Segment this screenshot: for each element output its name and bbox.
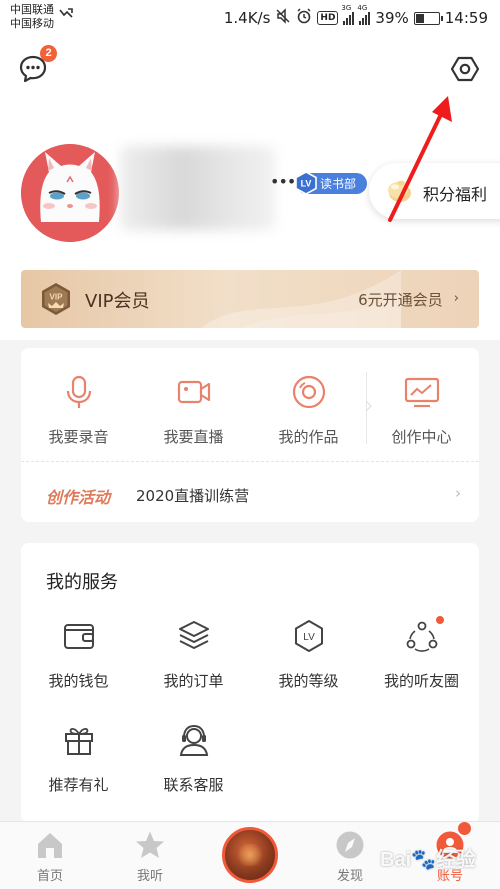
net-speed: 1.4K/s <box>223 9 271 27</box>
create-card: 我要录音 我要直播 我的作品 创作中心 创作活动 2020直播训练营 › <box>21 348 479 522</box>
create-item-label: 创作中心 <box>391 428 452 446</box>
level-badge[interactable]: LV 读书部 <box>295 170 367 195</box>
signal-icon-2: 4G <box>357 4 371 25</box>
service-label: 我的等级 <box>278 672 339 690</box>
nav-label: 首页 <box>36 869 63 884</box>
status-right: 1.4K/s HD 3G 4G 39% 14:59 <box>223 4 488 28</box>
carrier-info: 中国联通 中国移动 <box>10 3 54 31</box>
layers-icon <box>178 621 209 649</box>
wallet-button[interactable]: 我的钱包 <box>21 619 136 691</box>
dashed-divider <box>21 461 479 462</box>
vip-cta-label: 6元开通会员 <box>358 291 443 309</box>
activity-chevron-icon[interactable]: › <box>455 484 461 502</box>
baidu-watermark-logo: Bai🐾经验 <box>380 849 477 871</box>
level-badge-lv: LV <box>301 178 312 188</box>
activity-label: 创作活动 <box>46 488 111 507</box>
vip-crown-icon: VIP <box>42 283 70 315</box>
customer-service-button[interactable]: 联系客服 <box>136 723 251 795</box>
more-dots-icon: ••• <box>270 172 296 191</box>
monitor-chart-icon <box>404 377 439 408</box>
carrier-1: 中国联通 <box>10 3 54 16</box>
settings-hexagon-icon <box>450 56 480 82</box>
battery-icon <box>413 11 443 25</box>
create-item-label: 我的作品 <box>278 428 339 446</box>
nav-label: 我听 <box>136 869 163 884</box>
level-button[interactable]: LV 我的等级 <box>251 619 366 691</box>
red-annotation-arrow <box>388 96 452 222</box>
vip-title: VIP会员 <box>85 291 150 312</box>
vip-badge-text: VIP <box>50 293 64 302</box>
invite-gift-button[interactable]: 推荐有礼 <box>21 723 136 795</box>
level-hexagon-badge-icon: LV <box>295 170 317 195</box>
service-label: 联系客服 <box>163 776 224 794</box>
net-type-1: 3G <box>341 4 352 12</box>
avatar[interactable] <box>21 144 119 242</box>
service-label: 我的订单 <box>163 672 224 690</box>
wallet-icon <box>63 624 94 649</box>
creator-center-button[interactable]: 创作中心 <box>364 374 479 447</box>
microphone-icon <box>66 375 91 408</box>
vip-cta: 6元开通会员 <box>358 289 457 310</box>
star-icon <box>136 831 164 858</box>
service-label: 我的听友圈 <box>383 672 459 690</box>
cat-avatar-icon <box>21 144 119 242</box>
headset-icon <box>179 724 208 756</box>
friends-circle-icon <box>406 621 437 652</box>
settings-button[interactable] <box>449 53 481 85</box>
video-camera-icon <box>177 380 210 404</box>
vip-banner[interactable]: VIP VIP会员 6元开通会员 › <box>21 270 479 328</box>
now-playing-button[interactable] <box>222 827 278 883</box>
orders-button[interactable]: 我的订单 <box>136 619 251 691</box>
carrier-2: 中国移动 <box>10 17 54 30</box>
notification-dot <box>436 616 444 624</box>
activity-link[interactable]: 2020直播训练营 <box>136 485 249 506</box>
account-notification-dot <box>458 822 471 835</box>
nav-home[interactable]: 首页 <box>10 830 90 884</box>
service-label: 我的钱包 <box>48 672 109 690</box>
home-icon <box>38 833 62 858</box>
level-hexagon-text: LV <box>303 632 315 643</box>
nav-listen[interactable]: 我听 <box>110 830 190 884</box>
clock: 14:59 <box>444 9 488 27</box>
signal-icon-1: 3G <box>341 4 355 25</box>
nav-label: 发现 <box>336 869 363 884</box>
services-title: 我的服务 <box>46 572 118 593</box>
create-item-label: 我要直播 <box>163 428 224 446</box>
level-group: 读书部 <box>320 177 357 191</box>
friends-circle-button[interactable]: 我的听友圈 <box>364 616 479 691</box>
create-item-label: 我要录音 <box>48 428 109 446</box>
compass-icon <box>336 831 364 859</box>
record-audio-button[interactable]: 我要录音 <box>21 374 136 447</box>
services-card: 我的服务 我的钱包 我的订单 LV 我的等级 我的听友圈 推荐有礼 联系客服 <box>21 543 479 823</box>
my-works-button[interactable]: 我的作品 <box>251 374 366 447</box>
alarm-icon <box>296 8 312 28</box>
status-bar: 中国联通 中国移动 1.4K/s HD 3G 4G 39% 14:59 <box>0 0 500 36</box>
battery-percent: 39% <box>375 9 409 27</box>
call-status-icon <box>58 7 74 25</box>
disc-icon <box>292 375 325 409</box>
mute-icon <box>275 8 291 28</box>
vip-chevron-icon: › <box>453 291 459 306</box>
gift-icon <box>64 727 93 755</box>
battery-fill <box>415 13 424 23</box>
message-badge: 2 <box>40 45 57 62</box>
go-live-button[interactable]: 我要直播 <box>136 374 251 447</box>
service-label: 推荐有礼 <box>48 776 109 794</box>
nav-discover[interactable]: 发现 <box>310 830 390 884</box>
hd-icon: HD <box>317 11 339 25</box>
level-hexagon-icon: LV <box>294 620 323 652</box>
net-type-2: 4G <box>357 4 368 12</box>
username-redacted <box>120 146 275 230</box>
